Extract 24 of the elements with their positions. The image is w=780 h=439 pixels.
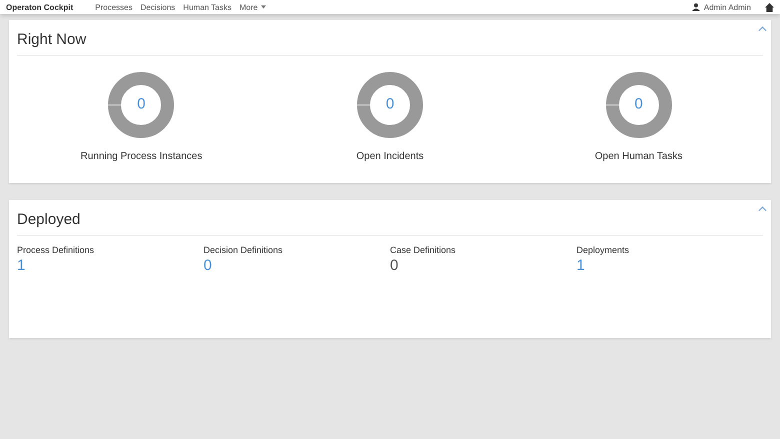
stat-label: Case Definitions <box>390 245 456 255</box>
count-value: 0 <box>390 257 398 274</box>
donut-chart <box>357 72 423 138</box>
user-icon <box>692 3 700 11</box>
nav-link[interactable]: More <box>240 2 266 12</box>
collapse-icon[interactable] <box>758 26 767 32</box>
app-title[interactable]: Operaton Cockpit <box>6 2 74 12</box>
nav-link[interactable]: Decisions <box>140 2 176 12</box>
collapse-icon[interactable] <box>758 206 767 212</box>
donut-chart <box>108 72 174 138</box>
user-menu[interactable]: Admin Admin <box>704 2 751 12</box>
donut-chart <box>606 72 672 138</box>
nav-link[interactable]: Human Tasks <box>183 2 232 12</box>
caret-icon <box>260 5 266 10</box>
stat-label: Decision Definitions <box>204 245 283 255</box>
home-icon[interactable] <box>765 2 774 12</box>
metric-label: Open Incidents <box>356 151 424 162</box>
stat-label: Process Definitions <box>17 245 94 255</box>
metric-label: Open Human Tasks <box>594 151 682 162</box>
panel-title: Deployed <box>17 211 80 228</box>
nav-link[interactable]: Processes <box>95 2 132 12</box>
metric-label: Running Process Instances <box>80 151 202 162</box>
stat-label: Deployments <box>576 245 630 255</box>
panel-title: Right Now <box>17 31 86 48</box>
